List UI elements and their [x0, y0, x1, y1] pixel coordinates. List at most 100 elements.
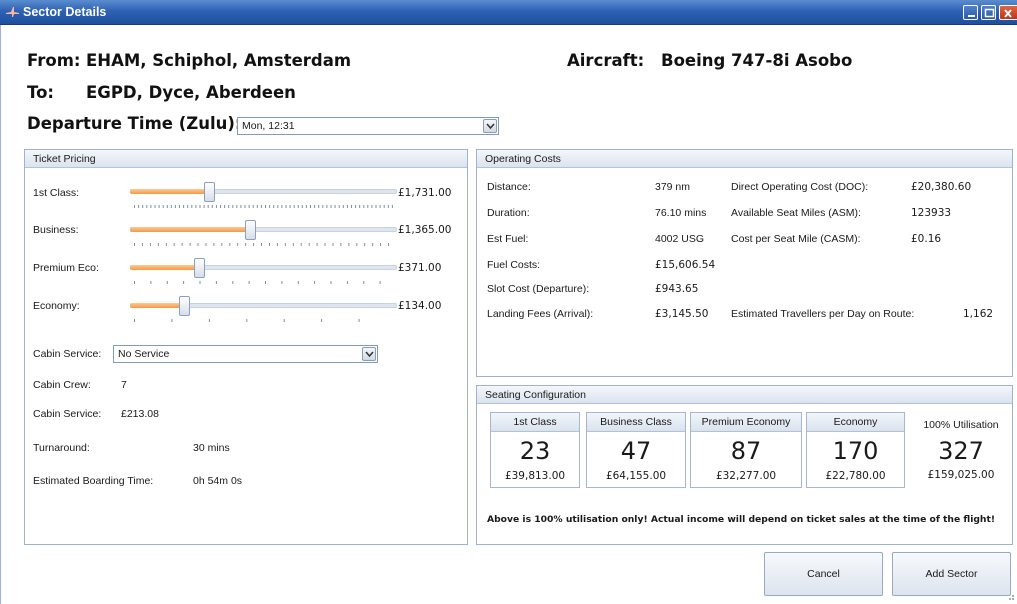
first-class-price-slider[interactable]: [130, 182, 397, 212]
slider-tick: [215, 281, 217, 284]
resize-grip-icon[interactable]: [1005, 591, 1015, 601]
slider-tick: [195, 205, 197, 208]
slider-tick: [240, 205, 242, 208]
slider-tick: [248, 281, 250, 284]
slider-tick: [308, 243, 310, 246]
slider-tick: [300, 243, 302, 246]
doc-value: £20,380.60: [911, 181, 972, 193]
slider-tick: [213, 243, 215, 246]
first-class-price: £1,731.00: [398, 187, 452, 199]
premium-eco-label: Premium Eco:: [33, 262, 99, 274]
slider-tick: [150, 281, 152, 284]
slider-tick: [134, 205, 135, 208]
slider-tick: [356, 243, 358, 246]
slider-thumb[interactable]: [204, 182, 215, 202]
asm-label: Available Seat Miles (ASM):: [731, 207, 861, 219]
economy-price-slider[interactable]: [130, 296, 397, 326]
slider-thumb[interactable]: [179, 296, 190, 316]
from-value: EHAM, Schiphol, Amsterdam: [86, 51, 352, 70]
est-fuel-label: Est Fuel:: [487, 233, 529, 245]
slider-tick: [380, 243, 382, 246]
departure-label: Departure Time (Zulu):: [27, 114, 242, 133]
business-price-slider[interactable]: [130, 220, 397, 250]
landing-fees-label: Landing Fees (Arrival):: [487, 308, 594, 320]
slider-tick: [314, 205, 316, 208]
travellers-label: Estimated Travellers per Day on Route:: [731, 308, 915, 320]
cabin-service-select[interactable]: No Service: [113, 345, 378, 363]
slider-tick: [281, 281, 283, 284]
slider-tick: [326, 205, 328, 208]
asm-value: 123933: [911, 207, 952, 219]
departure-time-select[interactable]: Mon, 12:31: [237, 117, 499, 135]
slider-tick: [321, 319, 323, 322]
boarding-time-label: Estimated Boarding Time:: [33, 475, 154, 487]
slider-tick: [183, 205, 185, 208]
slider-tick: [358, 319, 360, 322]
aircraft-value: Boeing 747-8i Asobo: [661, 51, 853, 70]
cabin-crew-label: Cabin Crew:: [33, 379, 91, 391]
slider-tick: [269, 243, 270, 246]
operating-costs-title: Operating Costs: [485, 153, 561, 165]
slider-tick: [189, 243, 191, 246]
slider-tick: [332, 243, 334, 246]
from-label: From:: [27, 51, 81, 70]
seat-box-first-class: 1st Class 23 £39,813.00: [490, 412, 580, 488]
slider-tick: [276, 243, 278, 246]
slider-thumb[interactable]: [245, 220, 256, 240]
slider-tick: [379, 281, 381, 284]
slider-tick: [181, 243, 183, 246]
slider-tick: [301, 205, 303, 208]
slider-tick: [305, 205, 307, 208]
slider-tick: [285, 205, 287, 208]
close-button[interactable]: [999, 5, 1017, 20]
slider-tick: [388, 243, 390, 246]
cancel-button[interactable]: Cancel: [764, 552, 883, 596]
slider-tick: [318, 205, 320, 208]
seat-income: £32,277.00: [715, 470, 777, 482]
slider-tick: [340, 243, 342, 246]
slider-tick: [330, 205, 332, 208]
title-bar: Sector Details: [0, 0, 1017, 25]
ticket-pricing-header: Ticket Pricing: [25, 150, 467, 168]
turnaround-value: 30 mins: [193, 442, 230, 454]
slider-thumb[interactable]: [194, 258, 205, 278]
cabin-service-label: Cabin Service:: [33, 348, 102, 360]
seat-box-label: Business Class: [600, 416, 672, 428]
window-title: Sector Details: [23, 5, 107, 19]
doc-label: Direct Operating Cost (DOC):: [731, 181, 869, 193]
slider-tick: [138, 205, 140, 208]
slider-tick: [149, 243, 151, 246]
seat-box-label: 1st Class: [513, 416, 557, 428]
slider-tick: [346, 281, 348, 284]
cabin-service-dropdown-button[interactable]: [362, 347, 376, 361]
landing-fees-value: £3,145.50: [655, 308, 709, 320]
slider-tick: [269, 205, 271, 208]
slider-tick: [199, 205, 201, 208]
casm-value: £0.16: [911, 233, 942, 245]
minimize-button[interactable]: [963, 5, 978, 20]
cabin-service-value: No Service: [118, 348, 170, 360]
maximize-button[interactable]: [981, 5, 996, 20]
slider-tick: [330, 281, 332, 284]
slider-tick: [199, 281, 201, 284]
cabin-service-cost-label: Cabin Service:: [33, 408, 102, 420]
slider-tick: [277, 205, 279, 208]
premium-eco-price-slider[interactable]: [130, 258, 397, 288]
slider-tick: [179, 205, 180, 208]
duration-value: 76.10 mins: [655, 207, 707, 219]
operating-costs-header: Operating Costs: [477, 150, 1012, 168]
slider-tick: [166, 281, 168, 284]
slider-tick: [363, 205, 365, 208]
slider-tick: [324, 243, 326, 246]
slider-tick: [292, 243, 294, 246]
slider-tick: [334, 205, 336, 208]
slider-tick: [232, 205, 234, 208]
departure-time-value: Mon, 12:31: [242, 120, 295, 132]
seating-configuration-panel: Seating Configuration 1st Class 23 £39,8…: [476, 385, 1013, 545]
ticket-pricing-panel: Ticket Pricing 1st Class: £1,731.00 Busi…: [24, 149, 468, 545]
slider-tick: [391, 205, 393, 208]
slider-ticks: [134, 319, 360, 322]
slider-tick: [248, 205, 250, 208]
departure-dropdown-button[interactable]: [483, 119, 497, 133]
add-sector-button[interactable]: Add Sector: [892, 552, 1011, 596]
